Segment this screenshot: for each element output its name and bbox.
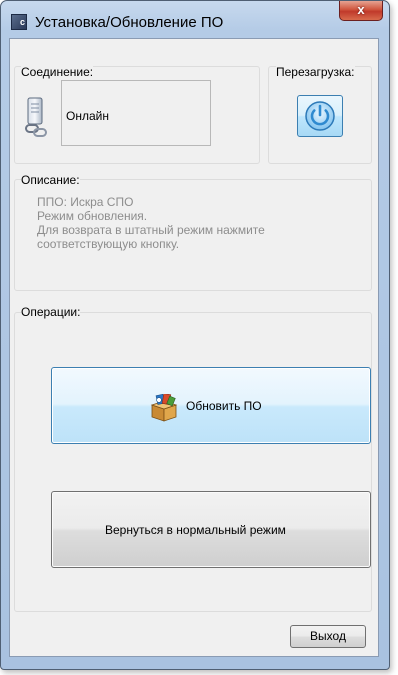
close-button[interactable]: x [339,1,383,21]
connection-link-icon [25,97,47,137]
update-software-label: Обновить ПО [186,399,262,413]
connection-group: Онлайн [14,66,260,164]
exit-button[interactable]: Выход [290,625,366,648]
dialog-body: Онлайн Соединение: Перезагрузка: Описани… [9,38,379,657]
power-icon [305,101,335,131]
description-line: Для возврата в штатный режим нажмите [37,223,265,237]
description-line: ППО: Искра СПО [37,195,134,209]
main-window: c Установка/Обновление ПО x Онлайн Соеди… [0,0,390,670]
description-label: Описание: [21,173,80,187]
operations-label: Операции: [21,305,81,319]
return-normal-mode-label: Вернуться в нормальный режим [105,523,286,537]
description-text: ППО: Искра СПО Режим обновления. Для воз… [37,195,265,251]
window-title: Установка/Обновление ПО [35,14,224,31]
package-box-icon [150,394,178,422]
description-line: соответствующую кнопку. [37,237,180,251]
update-software-button[interactable]: Обновить ПО [51,367,371,444]
operations-group: Обновить ПО Вернуться в нормальный режим [14,312,372,612]
reboot-group [268,66,372,164]
connection-status: Онлайн [66,109,109,123]
reboot-button[interactable] [297,95,343,137]
app-icon: c [11,14,27,30]
connection-status-box: Онлайн [61,80,211,146]
description-line: Режим обновления. [37,209,148,223]
return-normal-mode-button[interactable]: Вернуться в нормальный режим [51,491,371,568]
reboot-label: Перезагрузка: [276,65,355,79]
connection-label: Соединение: [21,65,94,79]
title-bar[interactable]: c Установка/Обновление ПО x [1,1,389,37]
